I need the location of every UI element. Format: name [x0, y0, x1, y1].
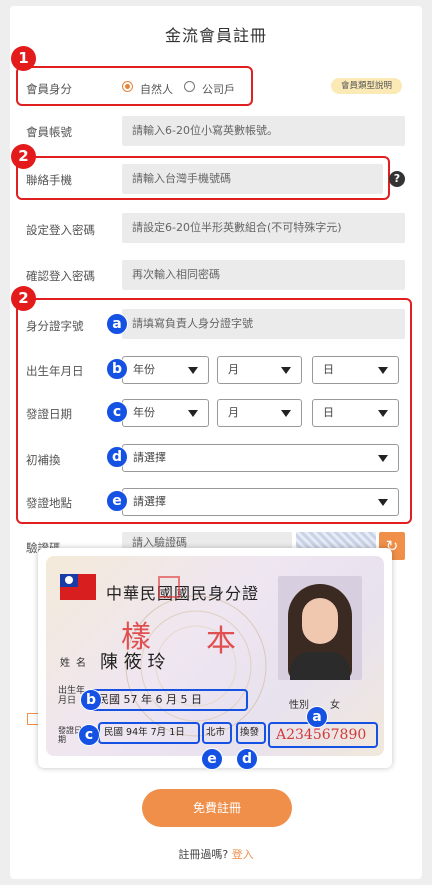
radio-person-label: 自然人 — [140, 83, 173, 96]
card-marker-e: e — [201, 748, 223, 770]
issue-month-select[interactable]: 月 — [217, 399, 302, 427]
id-card-title: 中華民國國民身分證 — [106, 584, 260, 603]
issue-type-label: 初補換 — [26, 453, 61, 467]
member-type-label: 會員身分 — [26, 82, 72, 96]
chevron-down-icon — [188, 367, 198, 374]
id-birth-value: 民國 57 年 6 月 5 日 — [90, 689, 248, 711]
watermark-sample-2: 本 — [206, 624, 236, 659]
chevron-down-icon — [188, 410, 198, 417]
step-marker-2: 2 — [11, 144, 36, 169]
account-label: 會員帳號 — [26, 125, 72, 139]
birth-year-select[interactable]: 年份 — [122, 356, 209, 384]
card-marker-a: a — [306, 706, 328, 728]
issue-type-select[interactable]: 請選擇 — [122, 444, 399, 472]
seal-stamp — [158, 576, 180, 598]
marker-b: b — [106, 358, 128, 380]
confirm-password-label: 確認登入密碼 — [26, 269, 95, 283]
chevron-down-icon — [378, 410, 388, 417]
radio-person[interactable] — [122, 81, 133, 92]
flag-icon — [60, 574, 96, 600]
chevron-down-icon — [378, 455, 388, 462]
help-icon[interactable]: ? — [389, 171, 405, 187]
birth-month-select[interactable]: 月 — [217, 356, 302, 384]
member-type-info-badge[interactable]: 會員類型說明 — [331, 78, 402, 94]
radio-company-label: 公司戶 — [202, 83, 235, 96]
issue-date-label: 發證日期 — [26, 407, 72, 421]
phone-label: 聯絡手機 — [26, 173, 72, 187]
id-number-input[interactable]: 請填寫負責人身分證字號 — [122, 309, 405, 339]
marker-d: d — [106, 446, 128, 468]
footer: 註冊過嗎? 登入 — [0, 846, 432, 862]
card-marker-d: d — [236, 748, 258, 770]
id-card-sample: 中華民國國民身分證 樣 本 姓名 陳 筱 玲 出生年月日 民國 57 年 6 月… — [46, 556, 384, 756]
chevron-down-icon — [281, 410, 291, 417]
id-name-label: 姓名 — [60, 658, 92, 669]
id-gender-value: 女 — [330, 700, 340, 711]
id-gender-label: 性別 — [289, 700, 309, 711]
phone-input[interactable]: 請輸入台灣手機號碼 — [122, 164, 383, 194]
id-issue-date-value: 民國 94年 7月 1日 — [98, 722, 200, 744]
issue-place-label: 發證地點 — [26, 496, 72, 510]
page-title: 金流會員註冊 — [164, 26, 267, 45]
marker-c: c — [106, 401, 128, 423]
chevron-down-icon — [281, 367, 291, 374]
issue-day-select[interactable]: 日 — [312, 399, 399, 427]
issue-place-select[interactable]: 請選擇 — [122, 488, 399, 516]
radio-company[interactable] — [184, 81, 195, 92]
issue-year-select[interactable]: 年份 — [122, 399, 209, 427]
marker-a: a — [106, 313, 128, 335]
register-button[interactable]: 免費註冊 — [142, 789, 292, 827]
password-input[interactable]: 請設定6-20位半形英數組合(不可特殊字元) — [122, 213, 405, 243]
account-input[interactable]: 請輸入6-20位小寫英數帳號。 — [122, 116, 405, 146]
chevron-down-icon — [378, 367, 388, 374]
birth-day-select[interactable]: 日 — [312, 356, 399, 384]
id-issue-place-value: 北市 — [202, 722, 232, 744]
footer-question: 註冊過嗎? — [178, 848, 229, 861]
card-marker-c: c — [78, 724, 100, 746]
step-marker-1: 1 — [11, 46, 36, 71]
id-number-label: 身分證字號 — [26, 319, 84, 333]
password-label: 設定登入密碼 — [26, 223, 95, 237]
login-link[interactable]: 登入 — [232, 848, 254, 861]
confirm-password-input[interactable]: 再次輸入相同密碼 — [122, 260, 405, 290]
card-marker-b: b — [80, 689, 102, 711]
step-marker-3: 2 — [11, 286, 36, 311]
chevron-down-icon — [378, 499, 388, 506]
id-photo — [278, 576, 362, 680]
id-name-value: 陳 筱 玲 — [100, 652, 166, 673]
id-issue-type-value: 換發 — [236, 722, 266, 744]
marker-e: e — [106, 490, 128, 512]
birth-date-label: 出生年月日 — [26, 364, 84, 378]
